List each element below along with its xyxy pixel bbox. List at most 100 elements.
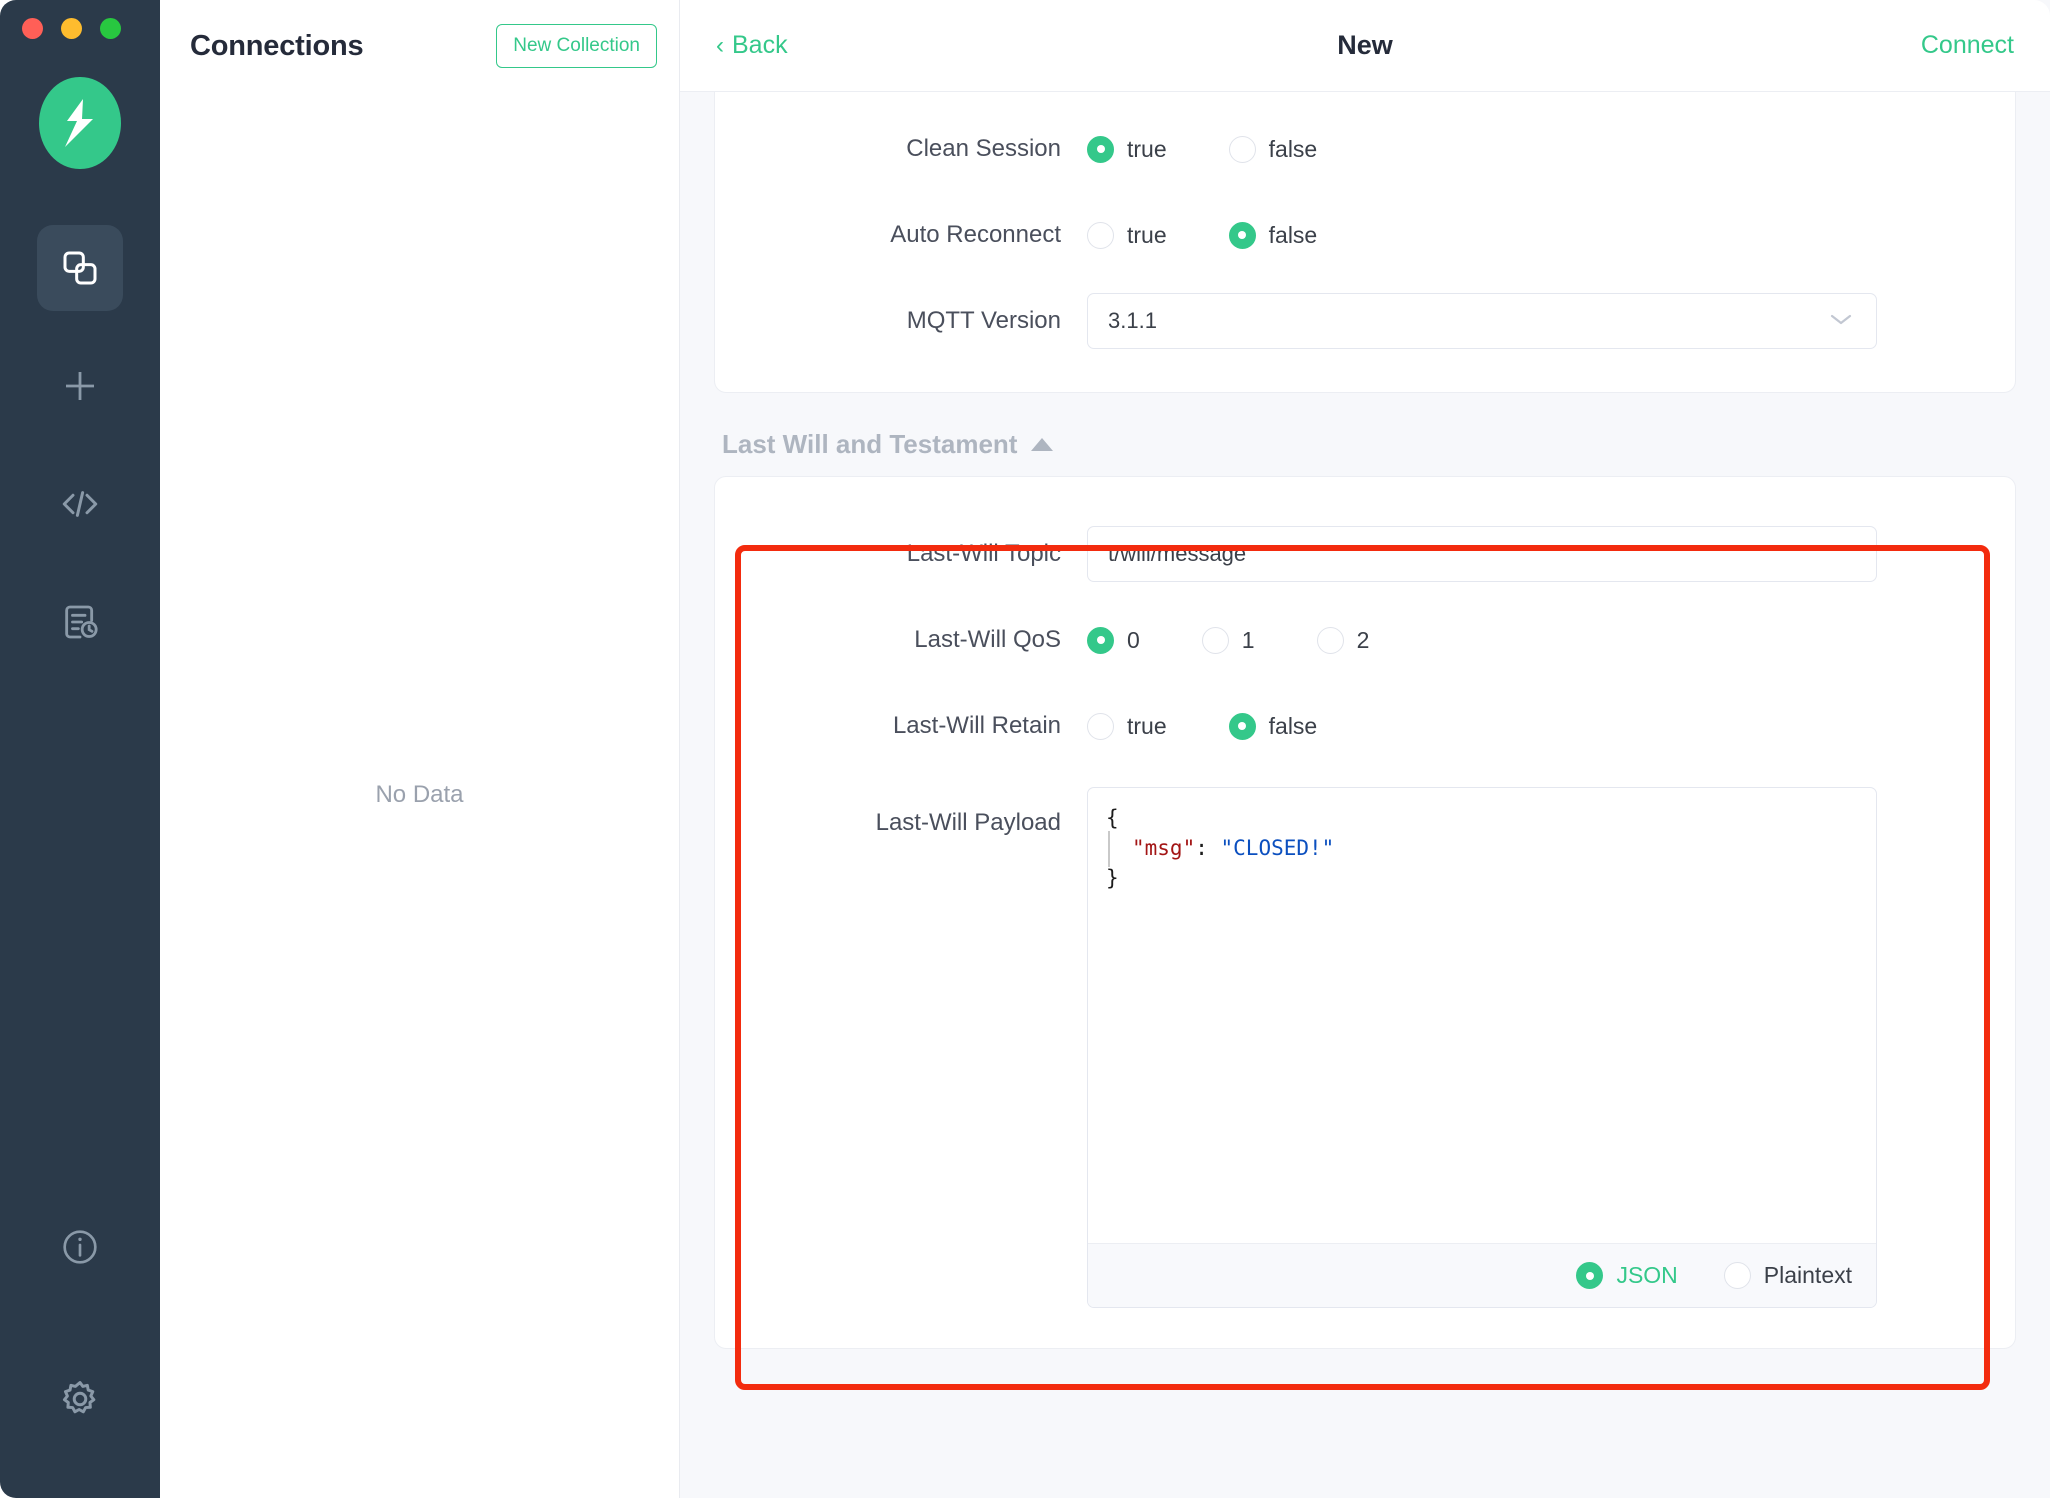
- payload-format-option-json-label: JSON: [1616, 1262, 1677, 1289]
- radio-indicator: [1317, 627, 1344, 654]
- radio-indicator: [1202, 627, 1229, 654]
- auto-reconnect-label: Auto Reconnect: [747, 221, 1087, 249]
- main-header: ‹ Back New Connect: [680, 0, 2050, 92]
- clean-session-option-true-label: true: [1127, 136, 1167, 163]
- window-minimize-button[interactable]: [61, 18, 82, 39]
- copy-squares-icon: [60, 248, 100, 288]
- last-will-payload-row: Last-Will Payload {"msg": "CLOSED!"} JSO…: [715, 769, 2015, 1308]
- window-maximize-button[interactable]: [100, 18, 121, 39]
- mqtt-version-row: MQTT Version 3.1.1: [715, 278, 2015, 364]
- lwt-section-header[interactable]: Last Will and Testament: [722, 429, 2016, 460]
- app-logo: [39, 77, 121, 169]
- connections-panel: Connections New Collection No Data: [160, 0, 680, 1498]
- chevron-left-icon: ‹: [716, 34, 724, 58]
- radio-indicator: [1229, 136, 1256, 163]
- last-will-retain-option-true-label: true: [1127, 713, 1167, 740]
- clean-session-option-false-label: false: [1269, 136, 1318, 163]
- radio-indicator: [1087, 136, 1114, 163]
- last-will-payload-editor[interactable]: {"msg": "CLOSED!"}: [1088, 788, 1876, 1243]
- last-will-topic-input[interactable]: t/will/message: [1087, 526, 1877, 582]
- empty-state-text: No Data: [375, 781, 463, 809]
- sidebar-item-connections[interactable]: [37, 225, 123, 311]
- window-close-button[interactable]: [22, 18, 43, 39]
- mqtt-version-label: MQTT Version: [747, 307, 1087, 335]
- main-area: ‹ Back New Connect Keep Alive 60 ▾: [680, 0, 2050, 1498]
- sidebar-item-settings[interactable]: [37, 1356, 123, 1442]
- general-settings-card: Keep Alive 60 ▾ Clean Session: [714, 92, 2016, 393]
- radio-indicator: [1576, 1262, 1603, 1289]
- back-button[interactable]: ‹ Back: [716, 31, 788, 60]
- payload-line-close: }: [1106, 864, 1858, 894]
- payload-line-open: {: [1106, 804, 1858, 834]
- radio-indicator: [1229, 222, 1256, 249]
- auto-reconnect-radio-group[interactable]: true false: [1087, 222, 1317, 249]
- clean-session-option-true[interactable]: true: [1087, 136, 1167, 163]
- radio-indicator: [1724, 1262, 1751, 1289]
- auto-reconnect-option-false-label: false: [1269, 222, 1318, 249]
- last-will-qos-option-0[interactable]: 0: [1087, 627, 1140, 654]
- mqtt-version-value: 3.1.1: [1108, 308, 1157, 334]
- mqtt-version-select[interactable]: 3.1.1: [1087, 293, 1877, 349]
- payload-format-option-plaintext[interactable]: Plaintext: [1724, 1262, 1852, 1289]
- clean-session-radio-group[interactable]: true false: [1087, 136, 1317, 163]
- radio-indicator: [1229, 713, 1256, 740]
- last-will-payload-label: Last-Will Payload: [747, 787, 1087, 837]
- chevron-down-icon: [1828, 310, 1854, 333]
- payload-format-bar: JSON Plaintext: [1088, 1243, 1876, 1307]
- last-will-qos-option-0-label: 0: [1127, 627, 1140, 654]
- payload-value: "CLOSED!": [1221, 836, 1335, 860]
- last-will-retain-option-false-label: false: [1269, 713, 1318, 740]
- radio-indicator: [1087, 713, 1114, 740]
- last-will-qos-row: Last-Will QoS 0 1: [715, 597, 2015, 683]
- payload-format-option-json[interactable]: JSON: [1576, 1262, 1677, 1289]
- window-traffic-lights: [22, 18, 121, 39]
- page-title: Connections: [190, 30, 363, 63]
- clean-session-row: Clean Session true false: [715, 106, 2015, 192]
- last-will-qos-option-1[interactable]: 1: [1202, 627, 1255, 654]
- caret-up-icon[interactable]: [1031, 438, 1053, 451]
- main-header-title: New: [680, 30, 2050, 61]
- sidebar-item-about[interactable]: [37, 1204, 123, 1290]
- auto-reconnect-option-false[interactable]: false: [1229, 222, 1318, 249]
- last-will-topic-label: Last-Will Topic: [747, 540, 1087, 568]
- settings-scroll-area[interactable]: Keep Alive 60 ▾ Clean Session: [680, 92, 2050, 1498]
- last-will-qos-option-2[interactable]: 2: [1317, 627, 1370, 654]
- connections-panel-header: Connections New Collection: [160, 0, 679, 92]
- last-will-payload-editor-wrapper: {"msg": "CLOSED!"} JSON Plaintext: [1087, 787, 1877, 1308]
- auto-reconnect-row: Auto Reconnect true false: [715, 192, 2015, 278]
- last-will-topic-row: Last-Will Topic t/will/message: [715, 511, 2015, 597]
- connect-button[interactable]: Connect: [1921, 31, 2014, 60]
- new-collection-button[interactable]: New Collection: [496, 24, 657, 68]
- sidebar-item-scripts[interactable]: [37, 461, 123, 547]
- info-circle-icon: [60, 1227, 100, 1267]
- last-will-retain-label: Last-Will Retain: [747, 712, 1087, 740]
- last-will-qos-option-1-label: 1: [1242, 627, 1255, 654]
- payload-key: "msg": [1132, 836, 1195, 860]
- last-will-qos-radio-group[interactable]: 0 1 2: [1087, 627, 1369, 654]
- sidebar-item-new[interactable]: [37, 343, 123, 429]
- plus-icon: [59, 365, 101, 407]
- payload-line-entry: "msg": "CLOSED!": [1106, 834, 1858, 864]
- sidebar-item-logs[interactable]: [37, 579, 123, 665]
- left-rail: [0, 0, 160, 1498]
- radio-indicator: [1087, 222, 1114, 249]
- auto-reconnect-option-true[interactable]: true: [1087, 222, 1167, 249]
- clean-session-option-false[interactable]: false: [1229, 136, 1318, 163]
- payload-colon: :: [1195, 836, 1220, 860]
- auto-reconnect-option-true-label: true: [1127, 222, 1167, 249]
- last-will-topic-value: t/will/message: [1108, 541, 1246, 567]
- last-will-retain-option-false[interactable]: false: [1229, 713, 1318, 740]
- document-clock-icon: [60, 602, 100, 642]
- last-will-retain-row: Last-Will Retain true false: [715, 683, 2015, 769]
- code-icon: [59, 483, 101, 525]
- connections-list: No Data: [160, 92, 679, 1498]
- app-window: Connections New Collection No Data ‹ Bac…: [0, 0, 2050, 1498]
- radio-indicator: [1087, 627, 1114, 654]
- back-button-label: Back: [732, 31, 788, 60]
- last-will-qos-option-2-label: 2: [1357, 627, 1370, 654]
- lwt-section-title: Last Will and Testament: [722, 429, 1017, 460]
- clean-session-label: Clean Session: [747, 135, 1087, 163]
- payload-format-option-plaintext-label: Plaintext: [1764, 1262, 1852, 1289]
- last-will-retain-radio-group[interactable]: true false: [1087, 713, 1317, 740]
- last-will-retain-option-true[interactable]: true: [1087, 713, 1167, 740]
